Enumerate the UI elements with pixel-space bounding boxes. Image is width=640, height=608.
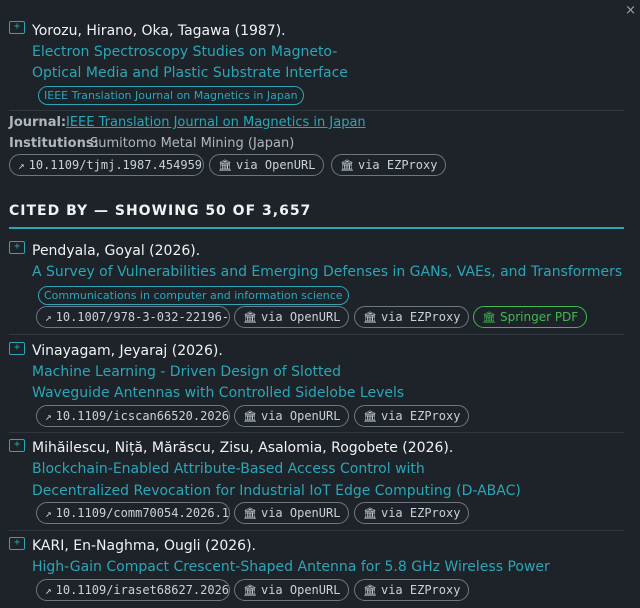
institution-icon: 🏛 [363,410,377,423]
ezproxy-button[interactable]: 🏛 via EZProxy [354,579,470,601]
primary-title-line1[interactable]: Electron Spectroscopy Studies on Magneto… [32,44,337,60]
external-link-icon: ↗ [45,584,52,597]
institution-icon: 🏛 [363,584,377,597]
external-link-icon: ↗ [45,507,52,520]
ezproxy-button[interactable]: 🏛 via EZProxy [354,306,470,328]
ezproxy-button[interactable]: 🏛 via EZProxy [354,502,470,524]
doi-link[interactable]: ↗ 10.1109/comm70054.2026.1 [36,502,230,524]
doi-link[interactable]: ↗ 10.1007/978-3-032-22196-4 [36,306,230,328]
expand-icon[interactable]: + [9,439,25,452]
external-link-icon: ↗ [45,410,52,423]
divider [9,432,624,433]
institution-icon: 🏛 [363,507,377,520]
ezproxy-button[interactable]: 🏛 via EZProxy [354,405,470,427]
citation-title-line1[interactable]: Machine Learning - Driven Design of Slot… [32,364,341,380]
primary-title-line2[interactable]: Optical Media and Plastic Substrate Inte… [32,65,348,81]
openurl-button[interactable]: 🏛 via OpenURL [234,579,350,601]
citation-title[interactable]: High-Gain Compact Crescent-Shaped Antenn… [32,559,550,575]
heading-rule [9,227,624,229]
citation-authors: Vinayagam, Jeyaraj (2026). [32,343,223,359]
institution-icon: 🏛 [218,159,232,172]
expand-icon[interactable]: + [9,537,25,550]
divider [9,530,624,531]
doi-link[interactable]: ↗ 10.1109/tjmj.1987.4549593 [9,154,204,176]
openurl-button[interactable]: 🏛 via OpenURL [234,306,350,328]
divider [9,334,624,335]
institution-icon: 🏛 [363,311,377,324]
citation-title-line2[interactable]: Decentralized Revocation for Industrial … [32,483,521,499]
openurl-button[interactable]: 🏛 via OpenURL [234,405,350,427]
external-link-icon: ↗ [18,159,25,172]
ezproxy-button[interactable]: 🏛 via EZProxy [331,154,447,176]
expand-icon[interactable]: + [9,21,25,34]
institution-icon: 🏛 [482,311,496,324]
doi-link[interactable]: ↗ 10.1109/iraset68627.2026 [36,579,230,601]
institution-icon: 🏛 [243,311,257,324]
divider [9,110,624,111]
citation-title-line2[interactable]: Waveguide Antennas with Controlled Sidel… [32,385,404,401]
institutions-label: Institutions: [9,136,99,151]
institution-icon: 🏛 [243,584,257,597]
openurl-button[interactable]: 🏛 via OpenURL [234,502,350,524]
expand-icon[interactable]: + [9,342,25,355]
citation-title[interactable]: A Survey of Vulnerabilities and Emerging… [32,264,622,280]
citation-authors: Pendyala, Goyal (2026). [32,243,201,259]
external-link-icon: ↗ [45,311,52,324]
citation-authors: KARI, En-Naghma, Ougli (2026). [32,538,256,554]
citation-authors: Mihăilescu, Niță, Mărăscu, Zisu, Asalomi… [32,440,454,456]
doi-link[interactable]: ↗ 10.1109/icscan66520.2026 [36,405,230,427]
close-icon[interactable]: × [625,3,636,19]
institution-icon: 🏛 [243,507,257,520]
institutions-value: Sumitomo Metal Mining (Japan) [90,136,295,151]
institution-icon: 🏛 [243,410,257,423]
openurl-button[interactable]: 🏛 via OpenURL [209,154,325,176]
expand-icon[interactable]: + [9,241,25,254]
journal-link[interactable]: IEEE Translation Journal on Magnetics in… [66,115,366,130]
cited-by-heading: CITED BY — SHOWING 50 OF 3,657 [9,203,312,219]
institution-icon: 🏛 [340,159,354,172]
pdf-button[interactable]: 🏛 Springer PDF [473,306,588,328]
citation-title-line1[interactable]: Blockchain-Enabled Attribute-Based Acces… [32,461,425,477]
venue-badge[interactable]: Communications in computer and informati… [38,286,349,305]
primary-authors: Yorozu, Hirano, Oka, Tagawa (1987). [32,23,286,39]
journal-label: Journal: [9,115,67,130]
venue-badge[interactable]: IEEE Translation Journal on Magnetics in… [38,86,304,105]
